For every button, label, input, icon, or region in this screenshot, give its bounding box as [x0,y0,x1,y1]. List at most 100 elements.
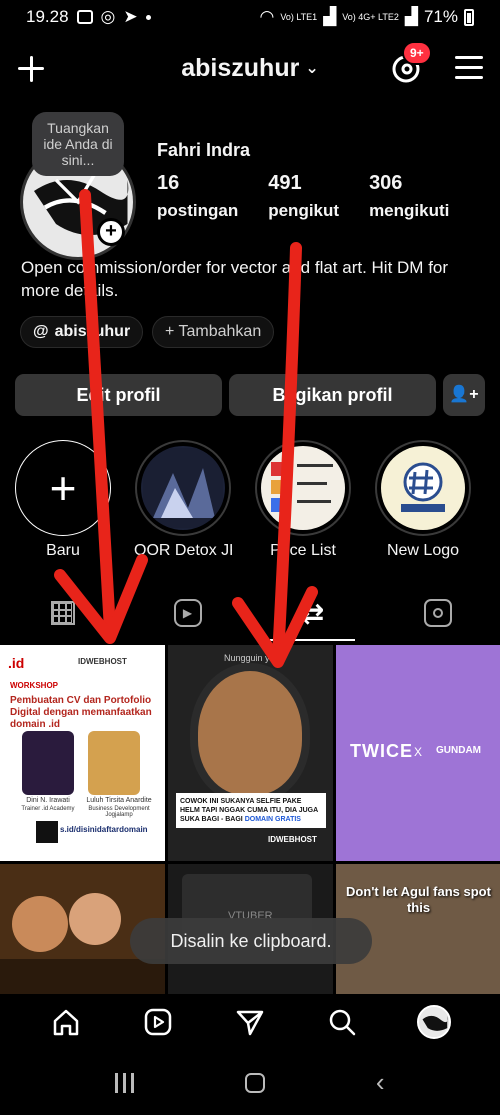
highlight-label: Baru [46,542,80,559]
grid-post-3[interactable]: TWICE X GUNDAM [336,645,500,861]
stat-posts[interactable]: 16 postingan [157,172,238,221]
stat-posts-count: 16 [157,172,180,194]
sim2-signal: Vo) 4G+ LTE2 [342,11,399,22]
nav-profile-avatar[interactable] [417,1005,451,1039]
signal2-icon: ▟ [404,7,418,26]
add-story-plus-icon[interactable]: + [97,218,125,246]
highlight-new[interactable]: + Baru [14,440,112,560]
highlight-new-ring: + [15,440,111,536]
home-icon [53,1009,79,1036]
highlight-cover-image [383,448,463,528]
helmet-text: Nungguin ya? [224,653,280,663]
highlight-cover-image [143,448,223,528]
bottom-nav [0,994,500,1050]
share-profile-button[interactable]: Bagikan profil [229,374,436,416]
add-person-icon: 👤+ [449,386,479,403]
notification-dot-icon [145,14,151,20]
add-link-label: + Tambahkan [165,323,262,340]
wifi-icon: ◠ [259,7,275,26]
stat-followers-count: 491 [268,172,302,194]
highlight-cover-image [263,448,343,528]
highlight-label: New Logo [386,542,460,559]
status-bar: 19.28 ◎ ➤ ◠ Vo) LTE1 ▟ Vo) 4G+ LTE2 ▟ 71… [0,0,500,34]
nav-search[interactable] [325,1005,359,1039]
gallery-icon [76,10,93,24]
tab-posts[interactable] [0,585,125,641]
qr-code [36,821,58,843]
repost-icon: ⇄ [300,597,325,629]
back-icon[interactable]: ‹ [376,1067,385,1098]
discover-people-button[interactable]: 👤+ [443,374,485,416]
highlight-oor-detox[interactable]: OOR Detox JK... [134,440,232,560]
speaker-1-name: Dini N. Irawati [26,797,70,804]
username-title: abiszuhur [181,54,300,82]
sim1-signal: Vo) LTE1 [280,11,318,22]
nav-messages[interactable] [233,1005,267,1039]
search-icon [329,1009,356,1036]
threads-handle-chip[interactable]: @ abiszuhur [20,316,144,348]
reels-icon: ▶ [173,599,202,627]
threads-small-icon: @ [33,323,49,340]
brand-label: .id [8,655,25,671]
caption-highlight: DOMAIN GRATIS [244,816,301,823]
profile-avatar-icon [419,1007,449,1037]
registration-link: s.id/disinidaftardomain [60,825,148,834]
nav-reels[interactable] [141,1005,175,1039]
system-nav: ‹ [0,1050,500,1115]
highlight-price-list[interactable]: Price List [254,440,352,560]
send-icon [236,1010,264,1036]
battery-icon [464,8,474,26]
menu-hamburger-icon[interactable] [455,56,483,80]
edit-profile-button[interactable]: Edit profil [15,374,222,416]
add-link-chip[interactable]: + Tambahkan [152,316,275,348]
stat-followers[interactable]: 491 pengikut [268,172,339,221]
nav-home[interactable] [49,1005,83,1039]
chevron-down-icon: ⌄ [305,60,319,77]
recent-apps-icon[interactable] [115,1072,135,1093]
plus-icon: + [49,462,77,514]
tab-reposts[interactable]: ⇄ [250,585,375,641]
whatsapp-icon: ◎ [100,7,116,26]
stat-following-count: 306 [369,172,403,194]
profile-tabs: ▶ ⇄ [0,585,500,641]
speaker-2-name: Luluh Tirsita Anardite [86,797,152,804]
stat-following-label: mengikuti [369,201,450,220]
note-bubble[interactable]: Tuangkan ide Anda di sini... [32,112,124,176]
telegram-icon: ➤ [123,7,138,26]
highlight-new-logo[interactable]: New Logo [374,440,472,560]
profile-bio: Open commission/order for vector and fla… [21,258,449,300]
reels-nav-icon [144,1008,172,1036]
stat-posts-label: postingan [157,201,239,220]
grid-post-2[interactable]: Nungguin ya? COWOK INI SUKANYA SELFIE PA… [168,645,333,861]
speaker-photo-2 [88,731,140,795]
twice-logo: TWICE [350,741,413,761]
collab-x: X [414,745,423,759]
profile-name: Fahri Indra [157,140,251,160]
threads-handle-label: abiszuhur [54,323,131,340]
tab-tagged[interactable] [375,585,500,641]
post-caption: COWOK INI SUKANYA SELFIE PAKE HELM TAPI … [176,793,326,828]
speaker-1-role: Trainer .id Academy [21,806,75,812]
profile-stats: 16 postingan 491 pengikut 306 mengikuti [157,172,479,221]
meme-caption: Don't let Agul fans spot this [346,884,491,915]
notification-badge: 9+ [402,41,432,65]
brand2-label: IDWEBHOST [78,657,127,666]
stat-following[interactable]: 306 mengikuti [369,172,449,221]
clock: 19.28 [26,7,69,26]
speaker-photo-1 [22,731,74,795]
speaker-2-role: Business Development Jogjalamp [88,806,150,818]
tab-reels[interactable]: ▶ [125,585,250,641]
helmet-selfie [190,663,310,803]
grid-icon [50,601,75,625]
highlight-label: OOR Detox JK... [134,542,232,559]
highlight-label: Price List [270,542,336,559]
home-button-icon[interactable] [245,1072,266,1093]
gundam-logo: GUNDAM [436,745,481,756]
battery-level: 71% [423,7,458,26]
workshop-title: Pembuatan CV dan Portofolio Digital deng… [10,695,152,730]
workshop-label: WORKSHOP [10,681,58,690]
toast-message: Disalin ke clipboard. [130,918,372,964]
grid-post-1[interactable]: .id IDWEBHOST WORKSHOP Pembuatan CV dan … [0,645,165,861]
brand-label: IDWEBHOST [268,835,317,844]
profile-header: abiszuhur ⌄ 9+ [0,41,500,94]
